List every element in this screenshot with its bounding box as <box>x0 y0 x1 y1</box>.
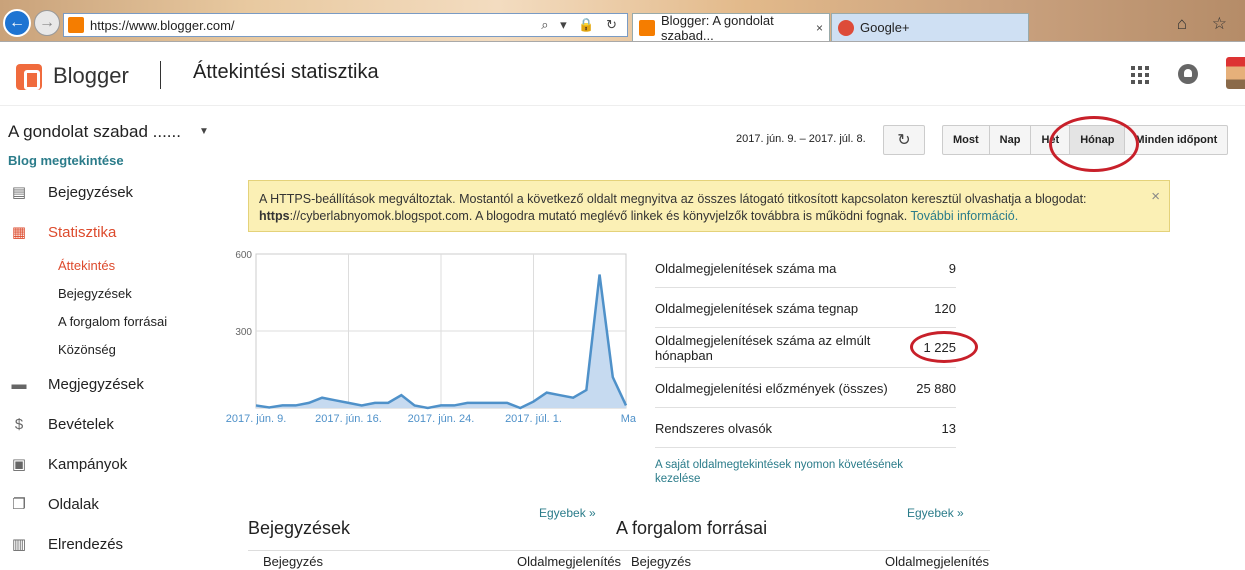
sidebar-item-posts[interactable]: ▤ Bejegyzések <box>9 180 133 204</box>
blogger-favicon-icon <box>68 17 84 33</box>
x-tick-label: 2017. jún. 24. <box>408 413 475 425</box>
header-divider <box>160 61 161 89</box>
blogger-tab-icon <box>639 19 655 36</box>
page-title: Áttekintési statisztika <box>193 61 379 83</box>
posts-icon: ▤ <box>11 184 27 201</box>
sidebar-subitem-posts[interactable]: Bejegyzések <box>58 286 132 301</box>
blog-selector[interactable]: A gondolat szabad ...... <box>8 122 181 142</box>
x-tick-label: Ma <box>621 413 637 425</box>
sidebar-item-label: Statisztika <box>48 223 117 241</box>
section-divider <box>616 550 990 551</box>
traffic-section-title: A forgalom forrásai <box>616 518 768 538</box>
tab-label: Google+ <box>860 20 910 35</box>
sidebar-item-campaigns[interactable]: ▣ Kampányok <box>9 452 127 476</box>
stat-row-yesterday: Oldalmegjelenítések száma tegnap 120 <box>655 292 956 328</box>
app-header: Blogger Áttekintési statisztika <box>0 43 1245 106</box>
layout-icon: ▥ <box>11 536 27 553</box>
comments-icon: ▬ <box>11 375 27 393</box>
sidebar-item-stats[interactable]: ▦ Statisztika <box>9 220 116 244</box>
x-tick-label: 2017. jún. 9. <box>226 413 287 425</box>
sidebar-item-label: Bevételek <box>48 415 114 433</box>
posts-col-views: Oldalmegjelenítés <box>517 554 622 569</box>
x-tick-label: 2017. jún. 16. <box>315 413 382 425</box>
posts-col-post: Bejegyzés <box>263 554 323 569</box>
stat-row-followers: Rendszeres olvasók 13 <box>655 412 956 448</box>
tab-googleplus[interactable]: Google+ <box>831 13 1029 41</box>
chart-svg: 600 300 2017. jún. 9. 2017. jún. 16. 2017. j… <box>226 250 637 425</box>
notice-text: ://cyberlabnyomok.blogspot.com. A blogod… <box>289 209 911 223</box>
sidebar-item-pages[interactable]: ❐ Oldalak <box>9 492 99 516</box>
brand-name[interactable]: Blogger <box>53 63 129 89</box>
sidebar-item-label: Elrendezés <box>48 535 124 553</box>
traffic-col-post: Bejegyzés <box>631 554 691 569</box>
stat-row-total: Oldalmegjelenítési előzmények (összes) 2… <box>655 372 956 408</box>
notifications-bell-icon[interactable] <box>1178 64 1198 84</box>
googleplus-tab-icon <box>838 19 854 36</box>
address-bar-tools[interactable]: ⌕ ▾ 🔒 ↻ <box>541 17 621 33</box>
stat-label: Oldalmegjelenítések száma az elmúlt hóna… <box>655 333 871 363</box>
stat-value: 9 <box>948 261 956 276</box>
tab-close-icon[interactable]: × <box>816 21 823 35</box>
stat-value: 120 <box>934 301 956 316</box>
range-now-button[interactable]: Most <box>943 126 990 154</box>
sidebar-item-earnings[interactable]: $ Bevételek <box>9 412 114 436</box>
sidebar-item-layout[interactable]: ▥ Elrendezés <box>9 532 123 556</box>
https-notice: A HTTPS-beállítások megváltoztak. Mostan… <box>248 180 1170 232</box>
sidebar-subitem-traffic[interactable]: A forgalom forrásai <box>58 314 167 329</box>
manage-tracking-link[interactable]: A saját oldalmegtekintések nyomon követé… <box>655 458 945 486</box>
browser-chrome: ← → https://www.blogger.com/ ⌕ ▾ 🔒 ↻ Blo… <box>0 0 1245 43</box>
dollar-icon: $ <box>14 415 24 433</box>
tab-label: Blogger: A gondolat szabad... <box>661 12 774 43</box>
browser-home-favorites-icons[interactable]: ⌂ ☆ <box>1177 14 1237 34</box>
refresh-icon[interactable]: ↻ <box>883 125 925 155</box>
sidebar-item-comments[interactable]: ▬ Megjegyzések <box>9 372 144 396</box>
back-arrow-icon[interactable]: ← <box>3 9 31 37</box>
url-text: https://www.blogger.com/ <box>90 17 235 33</box>
blogger-logo-icon[interactable] <box>16 64 42 90</box>
apps-grid-icon[interactable] <box>1131 66 1149 84</box>
date-range: 2017. jún. 9. – 2017. júl. 8. <box>736 133 866 145</box>
close-icon[interactable]: × <box>1151 188 1160 205</box>
view-blog-link[interactable]: Blog megtekintése <box>8 153 124 168</box>
stat-label: Oldalmegjelenítések száma ma <box>655 261 837 276</box>
range-day-button[interactable]: Nap <box>990 126 1032 154</box>
range-all-time-button[interactable]: Minden időpont <box>1125 126 1227 154</box>
stat-label: Oldalmegjelenítési előzmények (összes) <box>655 381 888 396</box>
sidebar-subitem-overview[interactable]: Áttekintés <box>58 258 115 273</box>
more-info-link[interactable]: További információ. <box>911 209 1019 223</box>
stat-row-today: Oldalmegjelenítések száma ma 9 <box>655 252 956 288</box>
caret-down-icon[interactable]: ▼ <box>199 126 209 137</box>
stats-icon: ▦ <box>11 224 27 241</box>
annotation-circle <box>910 331 978 363</box>
sidebar-item-label: Megjegyzések <box>48 375 144 393</box>
stat-value: 13 <box>941 421 956 436</box>
notice-bold: https <box>259 209 290 223</box>
address-bar[interactable]: https://www.blogger.com/ ⌕ ▾ 🔒 ↻ <box>63 13 628 37</box>
y-tick-label: 300 <box>235 327 252 338</box>
stat-label: Oldalmegjelenítések száma tegnap <box>655 301 859 316</box>
section-divider <box>248 550 622 551</box>
avatar[interactable] <box>1226 57 1245 89</box>
stat-value: 25 880 <box>916 381 956 396</box>
traffic-more-link[interactable]: Egyebek » <box>907 506 964 520</box>
tab-blogger[interactable]: Blogger: A gondolat szabad... × <box>632 12 830 43</box>
y-tick-label: 600 <box>235 250 252 261</box>
pages-icon: ❐ <box>12 496 26 513</box>
forward-arrow-icon[interactable]: → <box>34 10 60 36</box>
pageviews-chart: 600 300 2017. jún. 9. 2017. jún. 16. 2017. j… <box>218 240 638 430</box>
sidebar-item-label: Bejegyzések <box>48 183 134 201</box>
campaigns-icon: ▣ <box>11 456 27 473</box>
traffic-col-views: Oldalmegjelenítés <box>885 554 990 569</box>
notice-text: A HTTPS-beállítások megváltoztak. Mostan… <box>259 192 1087 206</box>
stat-label: Rendszeres olvasók <box>655 421 773 436</box>
posts-section-title: Bejegyzések <box>248 518 351 538</box>
annotation-circle <box>1049 116 1139 172</box>
sidebar-subitem-audience[interactable]: Közönség <box>58 342 116 357</box>
sidebar-item-label: Kampányok <box>48 455 128 473</box>
posts-more-link[interactable]: Egyebek » <box>539 506 596 520</box>
sidebar-item-label: Oldalak <box>48 495 99 513</box>
x-tick-label: 2017. júl. 1. <box>505 413 562 425</box>
